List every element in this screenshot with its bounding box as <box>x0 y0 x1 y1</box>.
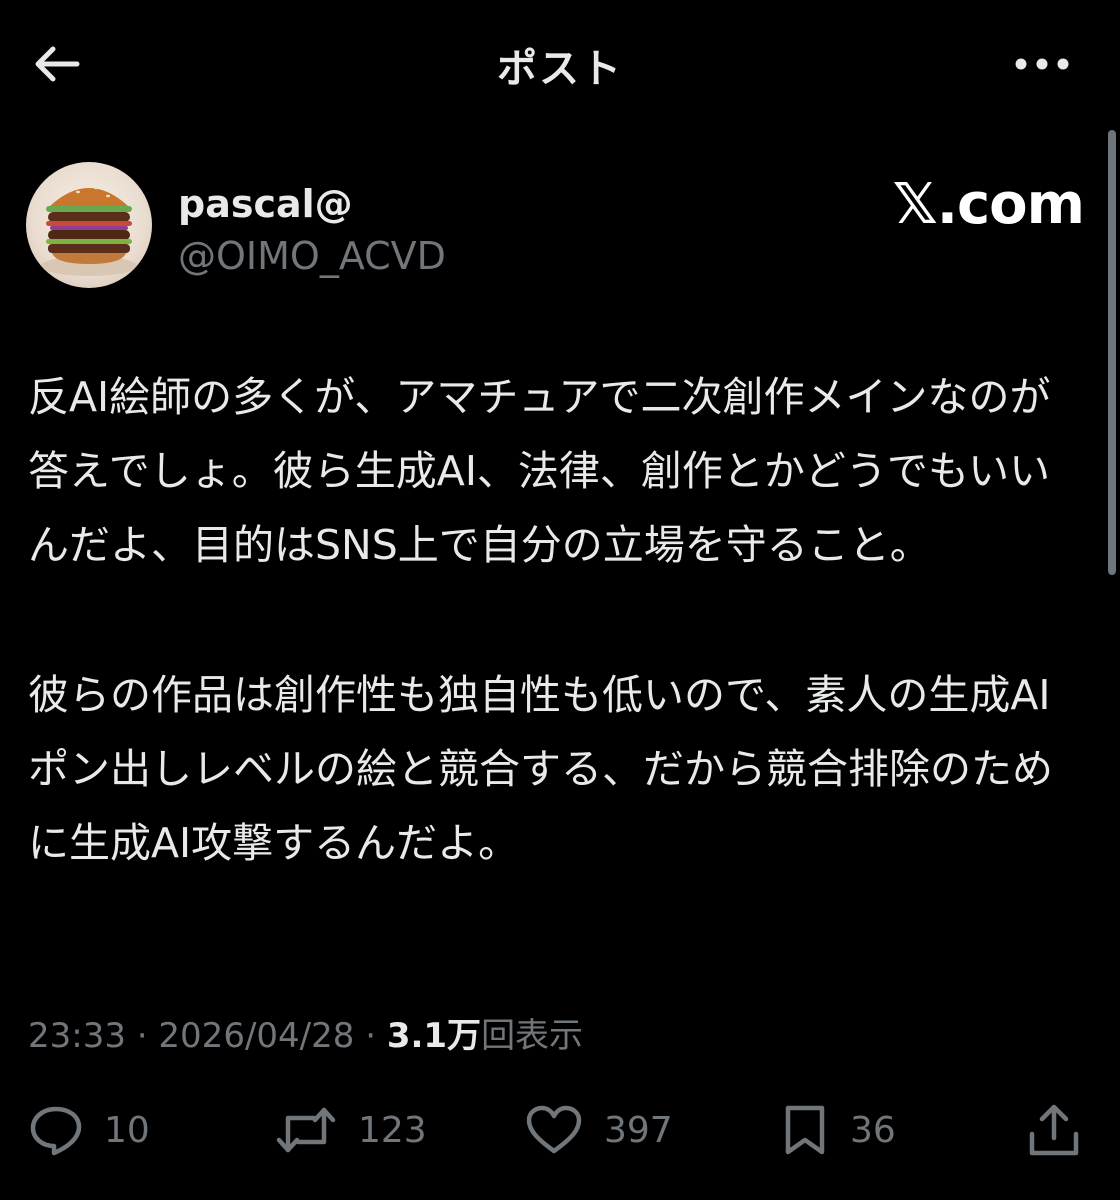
avatar[interactable] <box>26 162 152 288</box>
post-paragraph: 反AI絵師の多くが、アマチュアで二次創作メインなのが答えでしょ。彼ら生成AI、法… <box>28 373 1051 569</box>
share-button[interactable] <box>1026 1092 1082 1168</box>
bookmark-icon <box>780 1103 830 1157</box>
views-count[interactable]: 3.1万 <box>387 1016 481 1056</box>
page-title: ポスト <box>497 46 623 92</box>
action-bar: 10 123 397 36 <box>0 1092 1120 1172</box>
post-time[interactable]: 23:33 <box>28 1016 126 1056</box>
post-author: pascal@ @OIMO_ACVD 𝕏.com <box>26 162 1086 292</box>
share-upload-icon <box>1026 1102 1082 1158</box>
meta-separator: · <box>136 1016 148 1056</box>
more-options-button[interactable] <box>1012 44 1072 84</box>
post-paragraph: 彼らの作品は創作性も独自性も低いので、素人の生成AIポン出しレベルの絵と競合する… <box>28 671 1053 867</box>
heart-icon <box>524 1104 584 1156</box>
like-count: 397 <box>604 1109 673 1151</box>
burger-avatar-image <box>41 186 137 276</box>
views-label: 回表示 <box>481 1016 584 1056</box>
author-handle[interactable]: @OIMO_ACVD <box>178 234 446 278</box>
meta-separator: · <box>365 1016 377 1056</box>
like-button[interactable]: 397 <box>524 1092 673 1168</box>
post-metadata: 23:33 · 2026/04/28 · 3.1万回表示 <box>28 1008 583 1057</box>
post-date[interactable]: 2026/04/28 <box>158 1016 354 1056</box>
top-navigation-bar: ポスト <box>0 0 1120 130</box>
scrollbar[interactable] <box>1108 130 1116 575</box>
bookmark-count: 36 <box>850 1109 896 1151</box>
repost-arrows-icon <box>274 1104 338 1156</box>
x-com-watermark: 𝕏.com <box>892 172 1085 237</box>
reply-button[interactable]: 10 <box>28 1092 150 1168</box>
repost-button[interactable]: 123 <box>274 1092 427 1168</box>
speech-bubble-icon <box>28 1104 84 1156</box>
author-display-name[interactable]: pascal@ <box>178 182 353 226</box>
reply-count: 10 <box>104 1109 150 1151</box>
post-text: 反AI絵師の多くが、アマチュアで二次創作メインなのが答えでしょ。彼ら生成AI、法… <box>28 360 1088 880</box>
bookmark-button[interactable]: 36 <box>780 1092 896 1168</box>
more-horizontal-icon <box>1014 57 1070 71</box>
repost-count: 123 <box>358 1109 427 1151</box>
